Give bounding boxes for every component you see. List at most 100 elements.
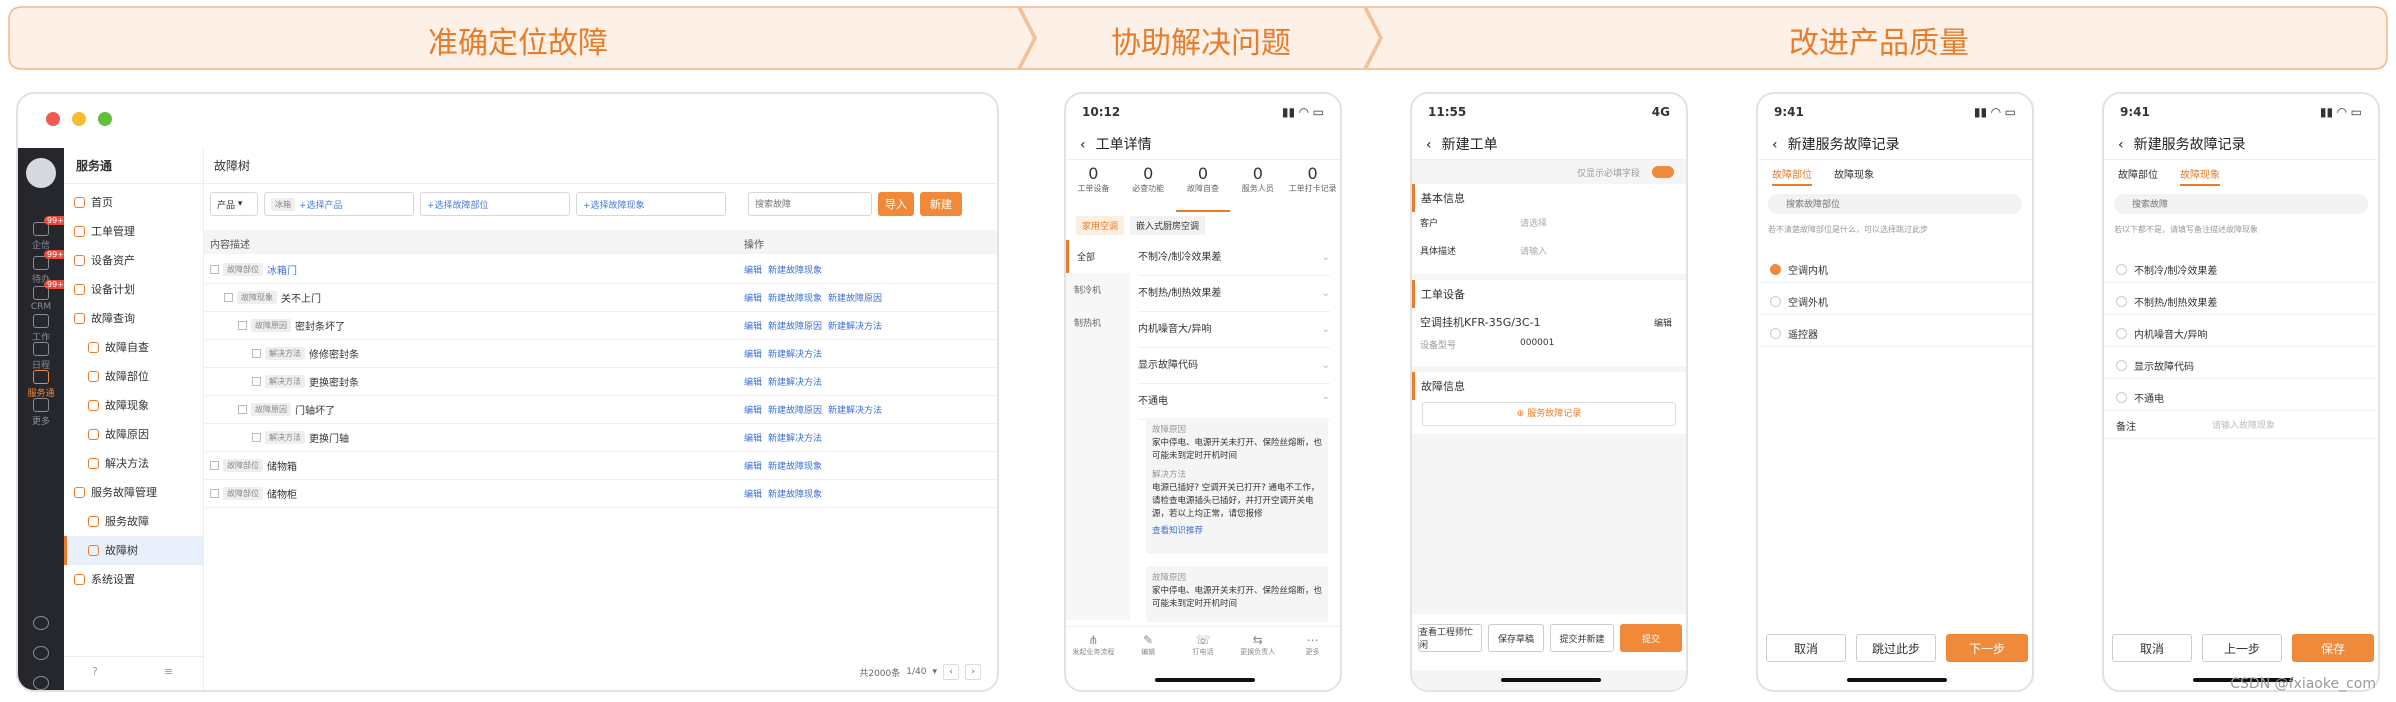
description-input[interactable]: 请输入	[1520, 244, 1547, 257]
minimize-dot[interactable]	[72, 112, 86, 126]
row-action-link[interactable]: 新建故障原因	[768, 322, 822, 332]
row-action-link[interactable]: 新建解决方法	[828, 322, 882, 332]
settings-icon[interactable]	[18, 646, 64, 662]
table-row[interactable]: 故障部位 冰箱门 编辑 新建故障现象	[204, 256, 997, 284]
row-action-link[interactable]: 编辑	[744, 462, 762, 472]
row-action-link[interactable]: 编辑	[744, 434, 762, 444]
row-action-link[interactable]: 新建故障原因	[768, 406, 822, 416]
row-action-link[interactable]: 新建故障现象	[768, 266, 822, 276]
add-fault-record-button[interactable]: ⊕ 服务故障记录	[1422, 402, 1676, 426]
sidebar-item[interactable]: 服务故障	[64, 507, 203, 536]
option-radio[interactable]	[2116, 264, 2127, 275]
row-action-link[interactable]: 新建故障现象	[768, 490, 822, 500]
tabbar-item[interactable]: ✎ 编辑	[1121, 627, 1176, 670]
remark-input[interactable]: 请输入故障现象	[2212, 418, 2275, 431]
stat-item[interactable]: 0 必查功能	[1121, 164, 1176, 212]
cat-all[interactable]: 全部	[1066, 240, 1130, 273]
prev-step-button[interactable]: 上一步	[2202, 634, 2282, 662]
stat-item[interactable]: 0 工单打卡记录	[1285, 164, 1340, 212]
cat-cooling[interactable]: 制冷机	[1066, 273, 1130, 306]
back-icon[interactable]: ‹	[1772, 137, 1778, 153]
table-row[interactable]: 故障部位 储物箱 编辑 新建故障现象	[204, 452, 997, 480]
row-action-link[interactable]: 新建解决方法	[768, 378, 822, 388]
edit-device-button[interactable]: 编辑	[1654, 316, 1672, 329]
symptom-item[interactable]: 不通电 ⌃	[1138, 384, 1330, 420]
sidebar-item[interactable]: 故障现象	[64, 391, 203, 420]
sidebar-item[interactable]: 首页	[64, 188, 203, 217]
sidebar-item[interactable]: 服务故障管理	[64, 478, 203, 507]
back-icon[interactable]: ‹	[1426, 137, 1432, 153]
tab-symptom[interactable]: 故障现象	[1834, 166, 1874, 186]
tab-home-ac[interactable]: 家用空调	[1076, 216, 1125, 235]
cat-heating[interactable]: 制热机	[1066, 306, 1130, 339]
new-button[interactable]: 新建	[920, 192, 962, 216]
expand-toggle[interactable]	[238, 405, 247, 414]
tabbar-item[interactable]: ⋯ 更多	[1285, 627, 1340, 670]
expand-toggle[interactable]	[252, 377, 261, 386]
help-icon[interactable]	[18, 616, 64, 632]
sidebar-item[interactable]: 设备资产	[64, 246, 203, 275]
search-input[interactable]	[1768, 194, 2022, 214]
option-radio[interactable]	[2116, 360, 2127, 371]
option-radio[interactable]	[2116, 392, 2127, 403]
symptom-select[interactable]: +选择故障现象	[576, 192, 726, 216]
next-page-button[interactable]: ›	[965, 664, 981, 680]
collapse-icon[interactable]: ≡	[164, 665, 173, 678]
table-row[interactable]: 故障现象 关不上门 编辑 新建故障现象 新建故障原因	[204, 284, 997, 312]
expand-toggle[interactable]	[252, 349, 261, 358]
expand-toggle[interactable]	[224, 293, 233, 302]
product-dropdown[interactable]: 产品 ▾	[210, 192, 258, 216]
submit-and-new-button[interactable]: 提交并新建	[1550, 624, 1614, 652]
sidebar-item[interactable]: 工单管理	[64, 217, 203, 246]
save-draft-button[interactable]: 保存草稿	[1488, 624, 1544, 652]
rail-item[interactable]: 企信 99+	[18, 216, 67, 251]
avatar[interactable]	[26, 158, 56, 188]
sidebar-item[interactable]: 故障部位	[64, 362, 203, 391]
symptom-item[interactable]: 显示故障代码 ⌄	[1138, 348, 1330, 384]
rail-item[interactable]: 工作	[18, 314, 64, 343]
stat-item[interactable]: 0 工单设备	[1066, 164, 1121, 212]
tab-part[interactable]: 故障部位	[2118, 166, 2158, 186]
option-radio[interactable]	[2116, 328, 2127, 339]
table-row[interactable]: 解决方法 更换密封条 编辑 新建解决方法	[204, 368, 997, 396]
cancel-button[interactable]: 取消	[2112, 634, 2192, 662]
rail-item[interactable]: 日程	[18, 342, 64, 371]
symptom-item[interactable]: 不制冷/制冷效果差 ⌄	[1138, 240, 1330, 276]
tab-symptom[interactable]: 故障现象	[2180, 166, 2220, 186]
prev-page-button[interactable]: ‹	[943, 664, 959, 680]
submit-button[interactable]: 提交	[1620, 624, 1682, 652]
symptom-item[interactable]: 内机噪音大/异响 ⌄	[1138, 312, 1330, 348]
option-radio[interactable]	[1770, 264, 1781, 275]
row-action-link[interactable]: 编辑	[744, 378, 762, 388]
table-row[interactable]: 解决方法 修修密封条 编辑 新建解决方法	[204, 340, 997, 368]
part-select[interactable]: +选择故障部位	[420, 192, 570, 216]
sidebar-item[interactable]: 故障树	[64, 536, 203, 565]
option-radio[interactable]	[2116, 296, 2127, 307]
customer-picker[interactable]: 请选择	[1520, 216, 1547, 229]
back-icon[interactable]: ‹	[2118, 137, 2124, 153]
stat-item[interactable]: 0 服务人员	[1230, 164, 1285, 212]
table-row[interactable]: 故障原因 门轴坏了 编辑 新建故障原因 新建解决方法	[204, 396, 997, 424]
clock-icon[interactable]	[18, 676, 64, 690]
table-row[interactable]: 解决方法 更换门轴 编辑 新建解决方法	[204, 424, 997, 452]
row-action-link[interactable]: 新建解决方法	[828, 406, 882, 416]
next-button[interactable]: 下一步	[1946, 634, 2028, 662]
row-action-link[interactable]: 新建解决方法	[768, 350, 822, 360]
sidebar-item[interactable]: 设备计划	[64, 275, 203, 304]
back-icon[interactable]: ‹	[1080, 137, 1086, 153]
row-action-link[interactable]: 新建解决方法	[768, 434, 822, 444]
engineer-schedule-button[interactable]: 查看工程师忙闲	[1418, 624, 1482, 652]
import-button[interactable]: 导入	[878, 192, 914, 216]
help-circle-icon[interactable]: ?	[92, 665, 98, 678]
row-action-link[interactable]: 新建故障原因	[828, 294, 882, 304]
row-action-link[interactable]: 编辑	[744, 266, 762, 276]
row-action-link[interactable]: 编辑	[744, 490, 762, 500]
sidebar-item[interactable]: 故障查询	[64, 304, 203, 333]
rail-item[interactable]: 更多	[18, 398, 64, 427]
expand-toggle[interactable]	[210, 461, 219, 470]
expand-toggle[interactable]	[238, 321, 247, 330]
row-action-link[interactable]: 编辑	[744, 350, 762, 360]
option-radio[interactable]	[1770, 296, 1781, 307]
stat-item[interactable]: 0 故障自查	[1175, 164, 1231, 212]
rail-item[interactable]: CRM 99+	[18, 280, 67, 312]
